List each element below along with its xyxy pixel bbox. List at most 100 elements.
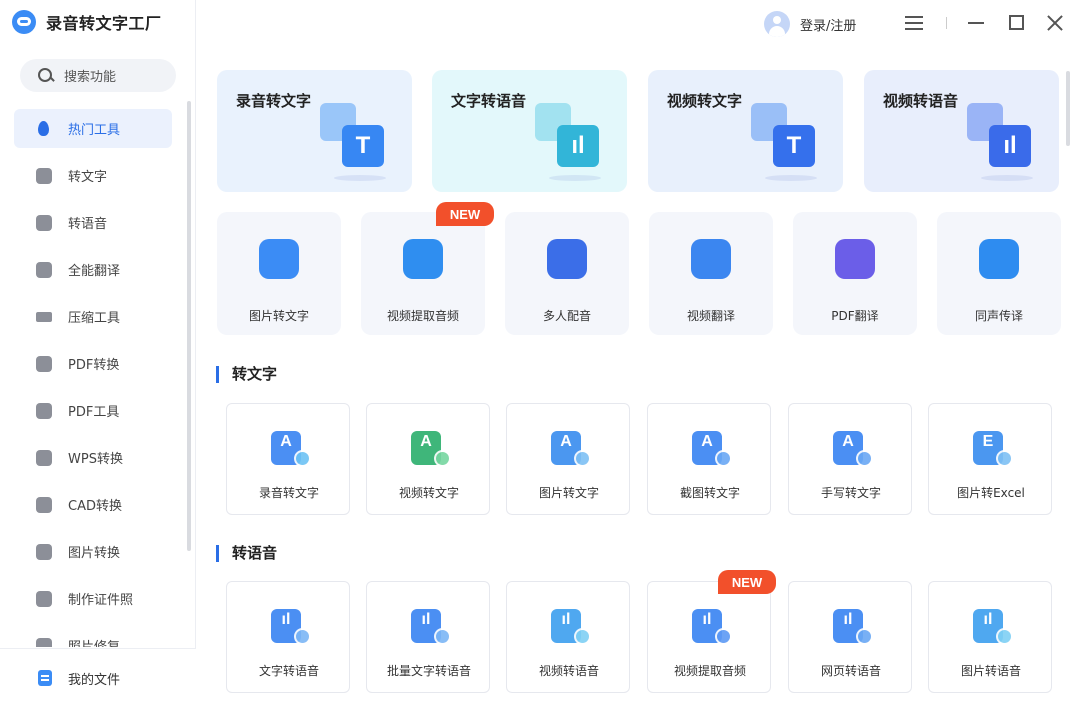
tool-card-label: PDF翻译 (831, 309, 879, 323)
hero-card-video-to-speech[interactable]: 视频转语音 ıl (864, 70, 1059, 192)
tool-card-extract-audio[interactable]: 视频提取音频 (361, 212, 485, 335)
tool-card-label: 图片转文字 (248, 309, 309, 323)
my-files-button[interactable]: 我的文件 (0, 648, 196, 707)
feature-card-to-voice[interactable]: ıl 批量文字转语音 (366, 581, 490, 693)
feature-badge-icon (715, 628, 732, 645)
sidebar-item-label: 热门工具 (68, 123, 121, 138)
translate-icon (36, 261, 52, 278)
feature-badge-icon (574, 628, 591, 645)
main-scrollbar[interactable] (1066, 71, 1070, 146)
feature-card-label: 网页转语音 (820, 664, 881, 678)
feature-card-to-text[interactable]: A 手写转文字 (788, 403, 912, 515)
file-icon (38, 670, 52, 686)
feature-card-to-voice[interactable]: ıl 网页转语音 (788, 581, 912, 693)
interpretation-icon (979, 239, 1019, 279)
feature-card-label: 视频提取音频 (673, 664, 746, 678)
compress-icon (36, 311, 52, 322)
wps-icon (36, 449, 52, 466)
feature-card-to-text[interactable]: A 录音转文字 (226, 403, 350, 515)
feature-card-label: 视频转语音 (538, 664, 599, 678)
tool-card-label: 同声传译 (974, 309, 1023, 323)
toolbox-icon (36, 402, 52, 419)
feature-card-to-text[interactable]: A 截图转文字 (647, 403, 771, 515)
minimize-icon[interactable] (968, 22, 984, 24)
pdf-translate-icon (835, 239, 875, 279)
sidebar-item-wps-convert[interactable]: WPS转换 (14, 438, 172, 477)
sidebar-item-cad-convert[interactable]: CAD转换 (14, 485, 172, 524)
title-bar-divider (946, 17, 947, 29)
section-title-to-voice: 转语音 (216, 545, 277, 562)
feature-badge-icon (574, 450, 591, 467)
tool-card-interpretation[interactable]: 同声传译 (937, 212, 1061, 335)
feature-card-label: 手写转文字 (820, 486, 881, 500)
feature-card-label: 录音转文字 (258, 486, 319, 500)
search-box[interactable]: 搜索功能 (20, 59, 176, 92)
menu-icon[interactable] (905, 16, 923, 30)
feature-card-label: 截图转文字 (679, 486, 740, 500)
feature-badge-icon (434, 628, 451, 645)
close-icon[interactable] (1046, 14, 1064, 32)
sidebar-item-to-text[interactable]: 转文字 (14, 156, 172, 195)
app-logo-icon (12, 10, 36, 34)
feature-badge-icon (996, 628, 1013, 645)
avatar[interactable] (764, 11, 790, 37)
new-badge: NEW (718, 570, 776, 594)
hero-card-video-to-text[interactable]: 视频转文字 T (648, 70, 843, 192)
title-bar: 登录/注册 (196, 0, 1080, 48)
tool-card-video-translate[interactable]: 视频翻译 (649, 212, 773, 335)
my-files-label: 我的文件 (68, 672, 121, 688)
sidebar-item-compress[interactable]: 压缩工具 (14, 297, 172, 336)
login-register-link[interactable]: 登录/注册 (800, 15, 856, 34)
feature-card-to-voice[interactable]: ıl 视频转语音 (506, 581, 630, 693)
sidebar-item-label: PDF转换 (68, 358, 120, 373)
tool-card-label: 视频翻译 (686, 309, 735, 323)
sidebar-item-image-convert[interactable]: 图片转换 (14, 532, 172, 571)
feature-card-to-voice[interactable]: ıl 图片转语音 (928, 581, 1052, 693)
sidebar-item-translate[interactable]: 全能翻译 (14, 250, 172, 289)
multi-voice-icon (547, 239, 587, 279)
sidebar-item-label: 压缩工具 (68, 311, 121, 326)
sidebar-item-pdf-convert[interactable]: PDF转换 (14, 344, 172, 383)
sidebar-item-pdf-tools[interactable]: PDF工具 (14, 391, 172, 430)
tool-card-label: 多人配音 (542, 309, 591, 323)
extract-audio-icon (403, 239, 443, 279)
feature-card-label: 视频转文字 (398, 486, 459, 500)
hero-card-shadow (549, 175, 601, 181)
id-photo-icon (36, 590, 52, 607)
fire-icon (36, 120, 52, 137)
tool-card-multi-voice[interactable]: 多人配音 (505, 212, 629, 335)
feature-card-to-text[interactable]: A 视频转文字 (366, 403, 490, 515)
voice-icon (36, 214, 52, 231)
photo-repair-icon (36, 637, 52, 647)
feature-card-to-text[interactable]: A 图片转文字 (506, 403, 630, 515)
feature-card-to-text[interactable]: E 图片转Excel (928, 403, 1052, 515)
sidebar-item-label: CAD转换 (68, 499, 122, 514)
sidebar-item-hot-tools[interactable]: 热门工具 (14, 109, 172, 148)
sidebar-nav: 热门工具 转文字 转语音 全能翻译 压缩工具 PDF转换 PDF工具 WPS转换… (14, 109, 172, 647)
hero-card-recording-to-text[interactable]: 录音转文字 T (217, 70, 412, 192)
feature-card-to-voice[interactable]: ıl 文字转语音 (226, 581, 350, 693)
feature-badge-icon (294, 628, 311, 645)
tool-card-pdf-translate[interactable]: PDF翻译 (793, 212, 917, 335)
hero-card-illustration-icon: ıl (967, 103, 1047, 181)
sidebar-item-id-photo[interactable]: 制作证件照 (14, 579, 172, 618)
hero-card-shadow (334, 175, 386, 181)
feature-card-to-voice[interactable]: ıl 视频提取音频 (647, 581, 771, 693)
feature-card-label: 图片转Excel (957, 486, 1025, 500)
sidebar-item-to-voice[interactable]: 转语音 (14, 203, 172, 242)
maximize-icon[interactable] (1009, 15, 1024, 30)
sidebar-item-label: 转语音 (68, 217, 108, 232)
sidebar-item-photo-repair[interactable]: 照片修复 (14, 626, 172, 647)
hero-card-text-to-speech[interactable]: 文字转语音 ıl (432, 70, 627, 192)
hero-card-illustration-icon: ıl (535, 103, 615, 181)
image-to-text-icon (259, 239, 299, 279)
hero-card-title: 文字转语音 (451, 92, 527, 110)
hero-card-front-glyph: ıl (557, 125, 599, 167)
feature-card-label: 图片转文字 (538, 486, 599, 500)
search-icon (38, 67, 54, 84)
app-logo: 录音转文字工厂 (12, 10, 162, 34)
sidebar-item-label: 照片修复 (68, 636, 120, 647)
feature-badge-icon (715, 450, 732, 467)
tool-card-image-to-text[interactable]: 图片转文字 (217, 212, 341, 335)
sidebar-scrollbar[interactable] (187, 101, 191, 551)
